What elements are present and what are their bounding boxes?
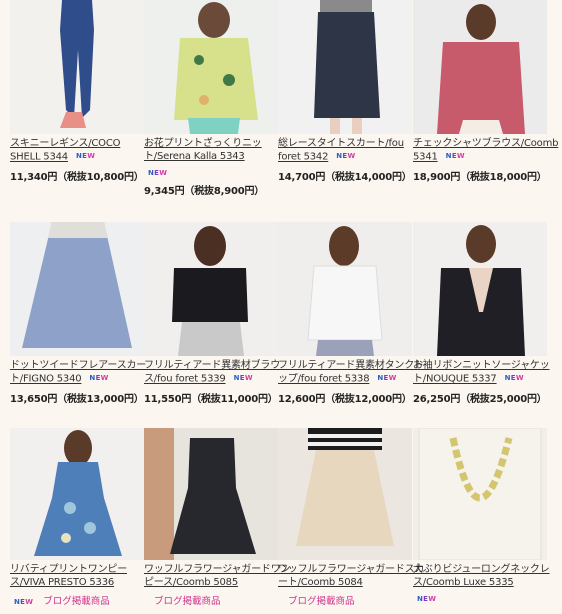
product-price: 13,650円（税抜13,000円） [10,393,144,405]
product-price: 9,345円（税抜8,900円） [144,186,265,197]
product-image-waffle-dress[interactable] [144,428,278,560]
product-card: 総レースタイトスカート/fou foret 5342 NEW 14,700円（税抜1… [278,0,414,183]
new-badge: NEW [148,168,168,177]
product-name-link[interactable]: ワッフルフラワージャガードワン ピース/Coomb 5085 [144,563,291,589]
product-card: ドットツイードフレアースカー ト/FIGNO 5340 NEW 13,650円（税抜… [10,222,146,405]
product-image-skinny-leggings[interactable] [10,0,144,134]
product-name-link[interactable]: ドットツイードフレアースカー ト/FIGNO 5340 NEW [10,359,146,386]
product-card: 大ぶりビジューロングネックレ ス/Coomb Luxe 5335 NEW [413,428,550,604]
product-name-link[interactable]: チェックシャツブラウス/Coomb 5341 NEW [413,137,558,164]
product-card: フリルティアード異素材ブラウ ス/fou foret 5339 NEW 11,550… [144,222,280,405]
product-photo [144,0,278,134]
product-card: チェックシャツブラウス/Coomb 5341 NEW 18,900円（税抜18,00… [413,0,558,183]
product-image-frill-blouse[interactable] [144,222,278,356]
product-card: ワッフルフラワージャガードワン ピース/Coomb 5085 ブログ掲載商品 [144,428,291,607]
product-image-waffle-skirt[interactable] [278,428,412,560]
blog-featured-link[interactable]: ブログ掲載商品 [43,596,110,607]
product-price: 14,700円（税抜14,000円） [278,171,412,183]
new-badge: NEW [89,374,109,382]
new-badge: NEW [336,152,356,160]
new-badge: NEW [417,594,437,603]
product-photo [278,428,412,560]
product-photo [144,428,278,560]
product-price: 12,600円（税抜12,000円） [278,393,412,405]
product-price: 18,900円（税抜18,000円） [413,171,547,183]
product-photo [413,222,547,356]
product-grid: スキニーレギンス/COCO SHELL 5344 NEW 11,340円（税抜10,… [0,0,562,614]
new-badge: NEW [233,374,253,382]
product-photo [10,222,144,356]
new-badge: NEW [14,597,34,606]
product-name-link[interactable]: フリルティアード異素材ブラウ ス/fou foret 5339 NEW [144,359,280,386]
product-photo [413,0,547,134]
product-image-dot-tweed-skirt[interactable] [10,222,144,356]
product-name-link[interactable]: 大ぶりビジューロングネックレ ス/Coomb Luxe 5335 [413,563,550,589]
product-card: スキニーレギンス/COCO SHELL 5344 NEW 11,340円（税抜10,… [10,0,146,183]
product-image-frill-tank[interactable] [278,222,412,356]
product-name-link[interactable]: フリルティアード異素材タンクト ップ/fou foret 5338 NEW [278,359,424,386]
product-photo [413,428,547,560]
product-card: お袖リボンニットソージャケッ ト/NOUQUE 5337 NEW 26,250円（税… [413,222,550,405]
new-badge: NEW [445,152,465,160]
product-card: フリルティアード異素材タンクト ップ/fou foret 5338 NEW 12,6… [278,222,424,405]
new-badge: NEW [377,374,397,382]
product-name-link[interactable]: 総レースタイトスカート/fou foret 5342 NEW [278,137,414,164]
product-name-link[interactable]: スキニーレギンス/COCO SHELL 5344 NEW [10,137,146,164]
blog-featured-link[interactable]: ブログ掲載商品 [288,596,355,607]
product-image-flower-knit[interactable] [144,0,278,134]
product-name-link[interactable]: ワッフルフラワージャガードスカ ート/Coomb 5084 [278,563,425,589]
blog-featured-link[interactable]: ブログ掲載商品 [154,596,221,607]
product-photo [10,0,144,134]
product-photo [10,428,144,560]
product-image-lace-skirt[interactable] [278,0,412,134]
new-badge: NEW [75,152,96,160]
product-photo [278,222,412,356]
product-card: リバティプリントワンピー ス/VIVA PRESTO 5336 NEW ブログ掲載商… [10,428,146,607]
product-photo [144,222,278,356]
product-image-liberty-dress[interactable] [10,428,144,560]
product-card: お花プリントざっくりニッ ト/Serena Kalla 5343 NEW 9,34… [144,0,280,197]
product-photo [278,0,412,134]
product-price: 26,250円（税抜25,000円） [413,393,547,405]
product-price: 11,340円（税抜10,800円） [10,171,144,183]
product-image-bijou-necklace[interactable] [413,428,547,560]
product-image-check-blouse[interactable] [413,0,547,134]
product-name-link[interactable]: リバティプリントワンピー ス/VIVA PRESTO 5336 [10,563,146,589]
product-name-link[interactable]: お花プリントざっくりニッ ト/Serena Kalla 5343 [144,137,280,163]
product-image-ribbon-jacket[interactable] [413,222,547,356]
product-name-link[interactable]: お袖リボンニットソージャケッ ト/NOUQUE 5337 NEW [413,359,550,386]
new-badge: NEW [504,374,524,382]
product-card: ワッフルフラワージャガードスカ ート/Coomb 5084 ブログ掲載商品 [278,428,425,607]
product-price: 11,550円（税抜11,000円） [144,393,278,405]
